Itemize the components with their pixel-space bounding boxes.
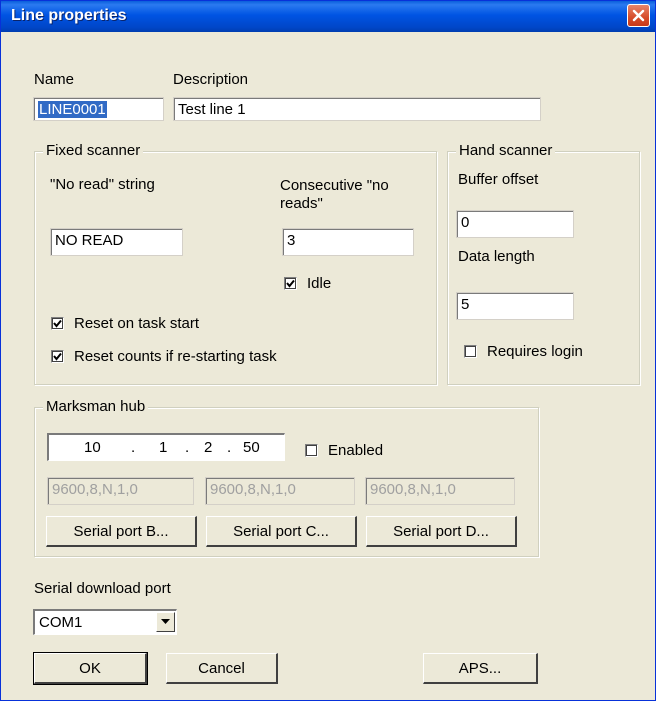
ip-octet-3: 2 bbox=[204, 439, 213, 456]
idle-checkbox[interactable]: Idle bbox=[284, 275, 331, 292]
ip-octet-1: 10 bbox=[84, 439, 101, 456]
ip-dot: . bbox=[227, 439, 232, 456]
requires-login-box[interactable] bbox=[464, 345, 477, 358]
consecutive-no-reads-input[interactable]: 3 bbox=[282, 228, 414, 256]
consecutive-label-line1: Consecutive "no bbox=[280, 177, 389, 194]
no-read-input[interactable]: NO READ bbox=[50, 228, 183, 256]
window-title: Line properties bbox=[11, 7, 127, 24]
name-input-value: LINE0001 bbox=[38, 101, 107, 118]
ip-octet-2: 1 bbox=[159, 439, 168, 456]
requires-login-label: Requires login bbox=[487, 343, 583, 360]
enabled-checkbox[interactable]: Enabled bbox=[305, 442, 383, 459]
checkmark-icon bbox=[53, 352, 62, 361]
title-bar[interactable]: Line properties bbox=[1, 1, 655, 32]
serial-port-b-button[interactable]: Serial port B... bbox=[46, 516, 197, 547]
buffer-offset-label: Buffer offset bbox=[458, 171, 539, 188]
reset-on-task-start-checkbox[interactable]: Reset on task start bbox=[51, 315, 199, 332]
requires-login-checkbox[interactable]: Requires login bbox=[464, 343, 583, 360]
close-button[interactable] bbox=[627, 4, 650, 27]
reset-counts-label: Reset counts if re-starting task bbox=[74, 348, 277, 365]
dropdown-arrow-button[interactable] bbox=[156, 612, 175, 632]
reset-counts-checkbox[interactable]: Reset counts if re-starting task bbox=[51, 348, 277, 365]
enabled-box[interactable] bbox=[305, 444, 318, 457]
fixed-scanner-title: Fixed scanner bbox=[43, 142, 144, 159]
description-label: Description bbox=[173, 71, 249, 88]
line-properties-dialog: Line properties Name Description LINE000… bbox=[0, 0, 656, 701]
marksman-hub-title: Marksman hub bbox=[43, 398, 149, 415]
close-icon bbox=[632, 9, 645, 22]
enabled-label: Enabled bbox=[328, 442, 384, 459]
name-input[interactable]: LINE0001 bbox=[33, 97, 164, 121]
ip-dot: . bbox=[185, 439, 190, 456]
checkmark-icon bbox=[53, 319, 62, 328]
checkmark-icon bbox=[286, 279, 295, 288]
name-label: Name bbox=[34, 71, 75, 88]
consecutive-label-line2: reads" bbox=[280, 195, 323, 212]
ip-octet-4: 50 bbox=[243, 439, 260, 456]
port-c-settings: 9600,8,N,1,0 bbox=[205, 477, 355, 505]
reset-on-task-start-label: Reset on task start bbox=[74, 315, 200, 332]
port-d-settings: 9600,8,N,1,0 bbox=[365, 477, 515, 505]
no-read-label: "No read" string bbox=[50, 176, 155, 193]
serial-port-d-button[interactable]: Serial port D... bbox=[366, 516, 517, 547]
data-length-input[interactable]: 5 bbox=[456, 292, 574, 320]
chevron-down-icon bbox=[161, 619, 170, 624]
aps-button[interactable]: APS... bbox=[423, 653, 538, 684]
serial-download-port-select[interactable]: COM1 bbox=[33, 609, 177, 635]
port-b-settings: 9600,8,N,1,0 bbox=[47, 477, 194, 505]
serial-download-port-value: COM1 bbox=[39, 614, 83, 631]
ip-dot: . bbox=[131, 439, 136, 456]
hand-scanner-title: Hand scanner bbox=[456, 142, 556, 159]
idle-label: Idle bbox=[307, 275, 332, 292]
reset-counts-box[interactable] bbox=[51, 350, 64, 363]
reset-on-task-start-box[interactable] bbox=[51, 317, 64, 330]
serial-port-c-button[interactable]: Serial port C... bbox=[206, 516, 357, 547]
buffer-offset-input[interactable]: 0 bbox=[456, 210, 574, 238]
cancel-button[interactable]: Cancel bbox=[166, 653, 278, 684]
data-length-label: Data length bbox=[458, 248, 535, 265]
ok-button[interactable]: OK bbox=[33, 652, 148, 685]
serial-download-port-label: Serial download port bbox=[34, 580, 171, 597]
ip-address-input[interactable]: 10 . 1 . 2 . 50 bbox=[47, 433, 285, 461]
idle-checkbox-box[interactable] bbox=[284, 277, 297, 290]
description-input[interactable]: Test line 1 bbox=[173, 97, 541, 121]
